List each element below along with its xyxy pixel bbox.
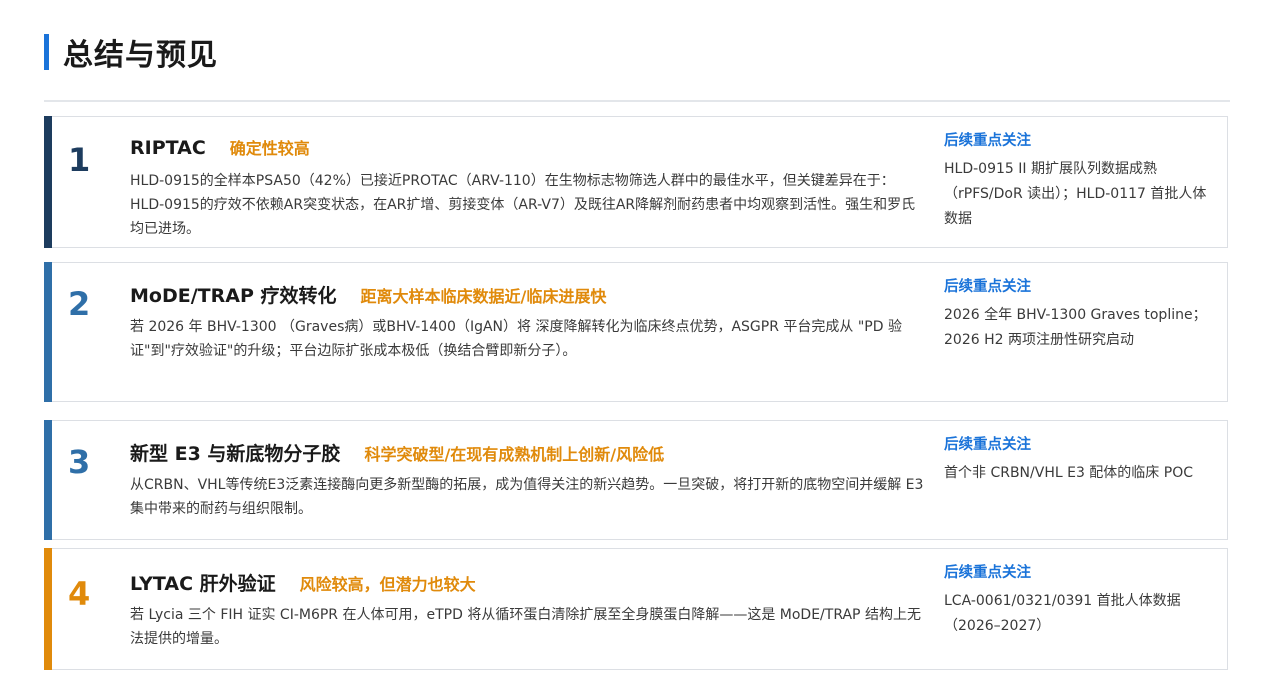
card-accent-bar	[44, 420, 52, 540]
card-description: 从CRBN、VHL等传统E3泛素连接酶向更多新型酶的拓展，成为值得关注的新兴趋势…	[130, 477, 924, 517]
card-description: 若 Lycia 三个 FIH 证实 CI-M6PR 在人体可用，eTPD 将从循…	[130, 607, 921, 647]
card-accent-bar	[44, 116, 52, 248]
card-heading: MoDE/TRAP 疗效转化 距离大样本临床数据近/临床进展快	[130, 281, 606, 308]
card-number: 4	[68, 575, 91, 613]
card-tag: 确定性较高	[229, 139, 310, 158]
followup-label: 后续重点关注	[944, 133, 1031, 149]
card-heading: RIPTAC 确定性较高	[130, 135, 310, 159]
card-tag: 科学突破型/在现有成熟机制上创新/风险低	[364, 445, 665, 464]
page-title: 总结与预见	[63, 38, 218, 73]
summary-card-4: 4 LYTAC 肝外验证 风险较高，但潜力也较大 若 Lycia 三个 FIH …	[44, 548, 1228, 670]
title-divider	[44, 100, 1230, 102]
card-description: HLD-0915的全样本PSA50（42%）已接近PROTAC（ARV-110）…	[130, 173, 916, 237]
followup-text: 首个非 CRBN/VHL E3 配体的临床 POC	[944, 465, 1193, 481]
card-name: MoDE/TRAP 疗效转化	[130, 285, 337, 307]
followup-label: 后续重点关注	[944, 565, 1031, 581]
card-number: 2	[68, 285, 91, 323]
summary-card-1: 1 RIPTAC 确定性较高 HLD-0915的全样本PSA50（42%）已接近…	[44, 116, 1228, 248]
card-name: RIPTAC	[130, 137, 206, 159]
card-accent-bar	[44, 548, 52, 670]
card-name: LYTAC 肝外验证	[130, 573, 276, 595]
followup-text: HLD-0915 II 期扩展队列数据成熟（rPFS/DoR 读出）；HLD-0…	[944, 161, 1207, 227]
summary-card-3: 3 新型 E3 与新底物分子胶 科学突破型/在现有成熟机制上创新/风险低 从CR…	[44, 420, 1228, 540]
followup-label: 后续重点关注	[944, 437, 1031, 453]
card-description: 若 2026 年 BHV-1300 （Graves病）或BHV-1400（IgA…	[130, 319, 902, 359]
card-accent-bar	[44, 262, 52, 402]
title-accent-bar	[44, 34, 49, 70]
page-title-block: 总结与预见	[44, 32, 218, 73]
card-heading: LYTAC 肝外验证 风险较高，但潜力也较大	[130, 569, 476, 596]
card-name: 新型 E3 与新底物分子胶	[130, 443, 341, 465]
card-number: 3	[68, 443, 91, 481]
followup-label: 后续重点关注	[944, 279, 1031, 295]
card-tag: 风险较高，但潜力也较大	[299, 575, 476, 594]
followup-text: LCA-0061/0321/0391 首批人体数据（2026–2027）	[944, 593, 1181, 634]
card-heading: 新型 E3 与新底物分子胶 科学突破型/在现有成熟机制上创新/风险低	[130, 439, 664, 466]
card-number: 1	[68, 141, 91, 179]
card-tag: 距离大样本临床数据近/临床进展快	[360, 287, 607, 306]
followup-text: 2026 全年 BHV-1300 Graves topline；2026 H2 …	[944, 307, 1207, 348]
summary-card-2: 2 MoDE/TRAP 疗效转化 距离大样本临床数据近/临床进展快 若 2026…	[44, 262, 1228, 402]
